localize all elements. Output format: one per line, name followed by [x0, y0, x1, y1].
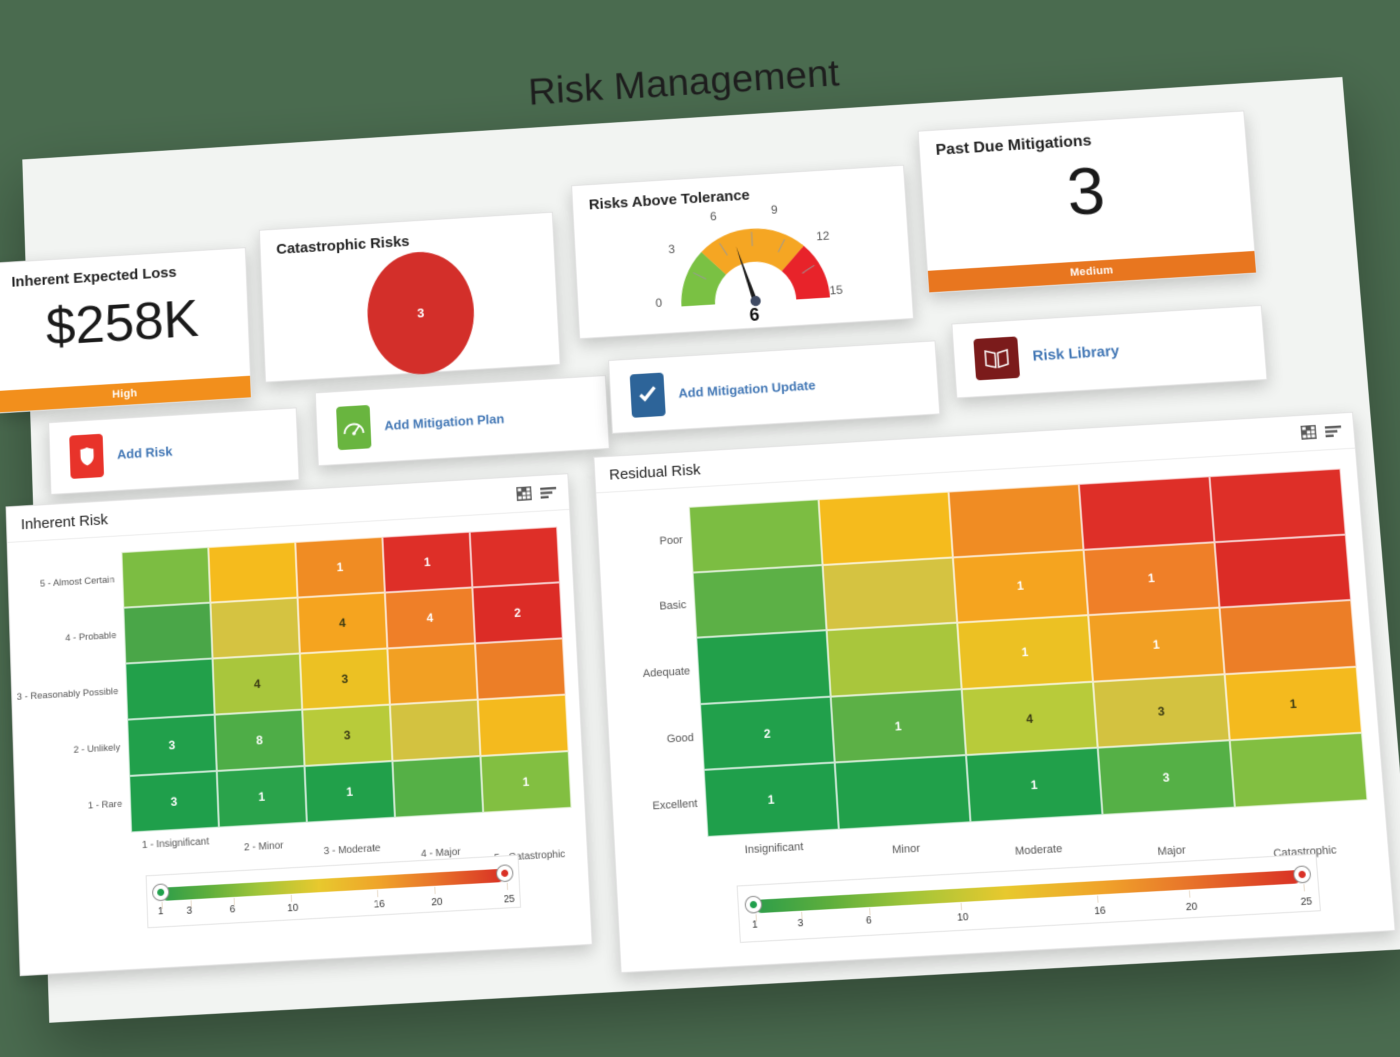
dashboard-slab: Risk Management Inherent Expected Loss $…	[0, 52, 1400, 1023]
gauge-tick-3: 3	[667, 242, 676, 257]
matrix-cell-value: 1	[336, 560, 344, 575]
matrix-cell-value: 4	[426, 610, 434, 626]
matrix-cell[interactable]	[123, 602, 213, 664]
action-label: Add Risk	[116, 443, 173, 462]
matrix-cell[interactable]	[210, 597, 300, 659]
kpi-card-risks-above-tolerance[interactable]: Risks Above Tolerance 0 3 6 9 12 15 6	[571, 164, 915, 340]
gauge-tick-0: 0	[655, 295, 663, 310]
matrix-cell-value: 4	[338, 615, 347, 631]
matrix-cell[interactable]: 4	[297, 592, 388, 654]
gauge-tick-12: 12	[815, 228, 830, 244]
risks-above-tolerance-gauge: 0 3 6 9 12 15 6	[655, 202, 851, 330]
slider-gradient-track	[161, 868, 505, 901]
dashboard-stage: Risk Management Inherent Expected Loss $…	[0, 0, 1400, 1057]
kpi-value: 3	[1064, 153, 1108, 230]
matrix-cell[interactable]: 2	[472, 582, 563, 644]
slider-tick-label: 3	[186, 905, 193, 918]
gauge-tick-6: 6	[709, 209, 717, 224]
matrix-y-label: 4 - Probable	[65, 630, 117, 645]
bubble-value: 3	[416, 305, 425, 321]
list-view-icon[interactable]	[540, 485, 557, 504]
shield-icon	[69, 433, 105, 479]
residual-risk-legend-slider[interactable]: 1 3 6 10 16 20 25	[736, 853, 1321, 943]
matrix-cell[interactable]: 3	[302, 704, 393, 767]
catastrophic-risks-bubble[interactable]: 3	[364, 248, 477, 378]
gauge-tick-9: 9	[770, 202, 778, 217]
matrix-cell[interactable]	[121, 547, 211, 608]
kpi-card-inherent-expected-loss[interactable]: Inherent Expected Loss $258K High	[0, 247, 252, 414]
matrix-y-label: 3 - Reasonably Possible	[16, 686, 119, 703]
slider-tick	[377, 889, 379, 898]
gauge-icon	[336, 404, 372, 450]
matrix-x-label: Moderate	[1014, 842, 1063, 858]
matrix-cell[interactable]: 1	[295, 536, 385, 598]
matrix-cell[interactable]	[469, 526, 560, 588]
panel-view-toggles	[516, 485, 557, 506]
check-icon	[629, 372, 666, 418]
kpi-title: Catastrophic Risks	[275, 233, 410, 258]
matrix-cell-value: 1	[346, 784, 354, 800]
matrix-view-icon[interactable]	[516, 486, 532, 506]
action-label: Add Mitigation Plan	[384, 410, 505, 433]
slider-tick-label: 1	[157, 905, 164, 918]
matrix-cell[interactable]: 1	[382, 531, 473, 593]
book-icon	[973, 336, 1021, 381]
gauge-value: 6	[748, 304, 760, 325]
kpi-title: Inherent Expected Loss	[11, 264, 177, 291]
kpi-value: $258K	[45, 288, 200, 357]
matrix-cell-value: 1	[423, 554, 431, 570]
matrix-cell[interactable]	[208, 541, 298, 603]
slider-tick	[755, 914, 757, 922]
panel-title: Residual Risk	[608, 461, 701, 484]
gauge-tick-15: 15	[829, 282, 844, 298]
panel-title: Inherent Risk	[20, 511, 109, 534]
